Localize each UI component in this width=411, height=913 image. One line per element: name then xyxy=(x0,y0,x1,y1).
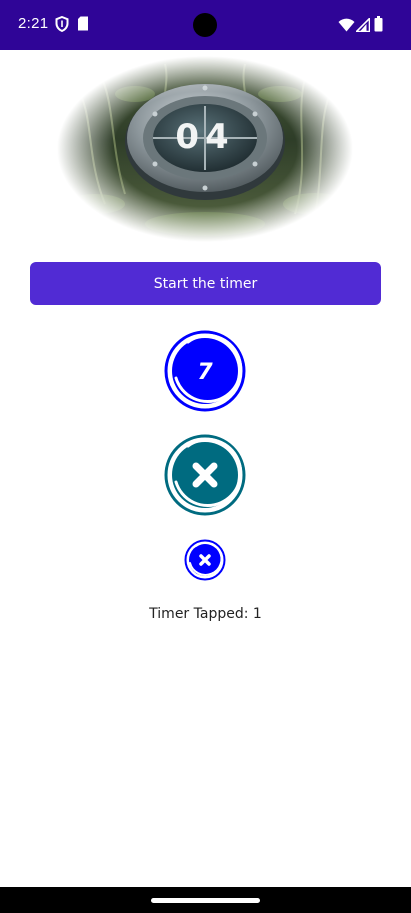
navigation-bar xyxy=(0,887,411,913)
battery-icon xyxy=(374,16,383,36)
home-gesture-handle[interactable] xyxy=(151,898,260,903)
status-bar: 2:21 xyxy=(0,0,411,50)
status-time: 2:21 xyxy=(18,15,49,32)
timer-countdown-value: 7 xyxy=(197,360,213,385)
shield-icon xyxy=(55,15,69,36)
timer-close-large-button[interactable] xyxy=(164,434,246,516)
wifi-icon xyxy=(338,17,355,36)
camera-cutout xyxy=(193,13,217,37)
start-timer-button[interactable]: Start the timer xyxy=(30,262,381,305)
hero-image: 04 xyxy=(55,54,355,244)
signal-icon xyxy=(354,16,371,36)
sd-card-icon xyxy=(77,16,89,35)
timer-countdown-button[interactable]: 7 xyxy=(164,330,246,412)
timer-tapped-label: Timer Tapped: 1 xyxy=(149,606,262,622)
hero-counter-digits: 04 xyxy=(175,117,234,157)
timer-close-small-button[interactable] xyxy=(184,539,226,581)
